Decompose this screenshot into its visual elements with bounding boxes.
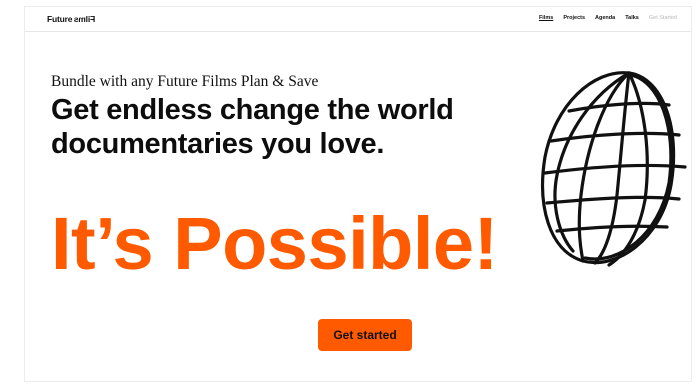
hero-headline-line-1: Get endless change the world [51,94,454,126]
nav-get-started[interactable]: Get Started [649,15,677,21]
logo-mirrored-text: Films [74,14,96,24]
nav-films[interactable]: Films [539,15,553,21]
logo[interactable]: Future Films [47,14,95,24]
hero-big-text: It’s Possible! [51,202,498,285]
nav-talks[interactable]: Talks [625,15,639,21]
site-header: Future Films Films Projects Agenda Talks … [25,7,691,32]
nav-projects[interactable]: Projects [563,15,585,21]
page-frame: Future Films Films Projects Agenda Talks … [24,6,692,382]
hero-headline: Get endless change the world documentari… [51,93,551,161]
hero-headline-line-2: documentaries you love. [51,128,385,160]
main-nav: Films Projects Agenda Talks Get Started [539,15,677,21]
hero-subhead: Bundle with any Future Films Plan & Save [51,73,319,90]
globe-sketch-icon [541,71,687,267]
get-started-button[interactable]: Get started [318,319,412,351]
nav-agenda[interactable]: Agenda [595,15,615,21]
logo-text: Future [47,14,73,24]
